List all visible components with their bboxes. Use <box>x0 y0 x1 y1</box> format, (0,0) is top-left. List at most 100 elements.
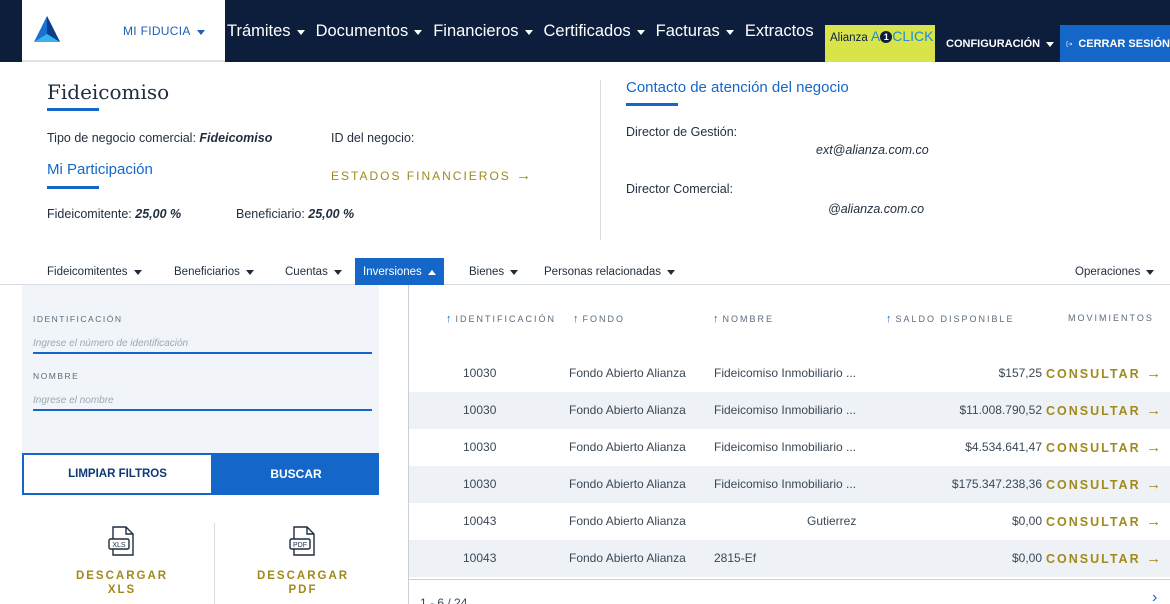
arrow-right-icon: → <box>1146 550 1162 567</box>
cell-fondo: Fondo Abierto Alianza <box>569 514 686 528</box>
title-underline <box>47 108 99 111</box>
tab-operaciones-label: Operaciones <box>1075 265 1141 278</box>
fideicomitente-value: 25,00 % <box>135 207 182 221</box>
nav-certificados-label: Certificados <box>543 21 631 40</box>
tab-bienes[interactable]: Bienes <box>469 258 519 285</box>
nav-documentos[interactable]: Documentos <box>316 0 423 62</box>
col-identificacion[interactable]: ↑ IDENTIFICACIÓN <box>446 313 556 325</box>
chevron-up-icon <box>427 270 436 275</box>
consult-button[interactable]: CONSULTAR → <box>1046 402 1161 419</box>
table-row: 10043 Fondo Abierto Alianza 2815-Ef $0,0… <box>409 540 1170 577</box>
cell-nombre: Fideicomiso Inmobiliario ... <box>714 366 857 380</box>
consult-button[interactable]: CONSULTAR → <box>1046 476 1161 493</box>
id-filter-label: IDENTIFICACIÓN <box>33 314 123 324</box>
chevron-down-icon <box>196 30 205 35</box>
nav-financieros-label: Financieros <box>433 21 519 40</box>
sort-arrow-up-icon: ↑ <box>886 313 892 325</box>
configuracion-menu[interactable]: CONFIGURACIÓN <box>946 25 1055 62</box>
tab-inversiones[interactable]: Inversiones <box>355 258 444 285</box>
chevron-down-icon <box>333 270 342 275</box>
col-saldo[interactable]: ↑ SALDO DISPONIBLE <box>886 313 1015 325</box>
chevron-down-icon <box>414 29 423 35</box>
cell-nombre: Fideicomiso Inmobiliario ... <box>714 477 857 491</box>
tab-personas-relacionadas[interactable]: Personas relacionadas <box>544 258 675 285</box>
mi-fiducia-menu[interactable]: MI FIDUCIA <box>123 24 205 38</box>
cell-fondo: Fondo Abierto Alianza <box>569 477 686 491</box>
cell-id: 10043 <box>463 514 497 528</box>
consult-button[interactable]: CONSULTAR → <box>1046 365 1161 382</box>
alianza-logo-icon[interactable] <box>32 14 62 44</box>
col-fondo[interactable]: ↑ FONDO <box>573 313 625 325</box>
col-identificacion-label: IDENTIFICACIÓN <box>455 314 557 324</box>
cell-id: 10043 <box>463 551 497 565</box>
cell-nombre: Fideicomiso Inmobiliario ... <box>714 440 857 454</box>
nav-facturas[interactable]: Facturas <box>656 0 734 62</box>
cell-id: 10030 <box>463 403 497 417</box>
consult-button[interactable]: CONSULTAR → <box>1046 439 1161 456</box>
business-id-label: ID del negocio: <box>331 131 415 145</box>
tab-bienes-label: Bienes <box>469 265 505 278</box>
tab-operaciones[interactable]: Operaciones <box>1075 258 1155 285</box>
table-bottom-border <box>409 579 1170 580</box>
table-header: ↑ IDENTIFICACIÓN ↑ FONDO ↑ NOMBRE ↑ SALDO DI… <box>409 300 1170 338</box>
table-row: 10030 Fondo Abierto Alianza Fideicomiso … <box>409 355 1170 392</box>
nav-financieros[interactable]: Financieros <box>433 0 533 62</box>
business-type: Tipo de negocio comercial: Fideicomiso <box>47 131 272 145</box>
col-nombre-label: NOMBRE <box>722 314 775 324</box>
tab-beneficiarios[interactable]: Beneficiarios <box>174 258 254 285</box>
id-filter-input[interactable]: Ingrese el número de identificación <box>33 338 372 354</box>
mi-fiducia-label: MI FIDUCIA <box>123 24 191 38</box>
cell-saldo: $4.534.641,47 <box>965 440 1042 454</box>
beneficiario-label: Beneficiario: <box>236 207 305 221</box>
aoclick-button[interactable]: Alianza A 1 CLICK <box>825 25 935 62</box>
chevron-down-icon <box>667 270 675 275</box>
logo-area: MI FIDUCIA <box>22 0 225 62</box>
nav-extractos[interactable]: Extractos <box>745 0 814 62</box>
contact-heading: Contacto de atención del negocio <box>626 79 849 96</box>
financial-statements-link[interactable]: ESTADOS FINANCIEROS → <box>331 167 531 184</box>
next-page-icon[interactable]: › <box>1152 589 1157 604</box>
beneficiario-participation: Beneficiario: 25,00 % <box>236 207 354 221</box>
chevron-down-icon <box>636 29 645 35</box>
table-row: 10030 Fondo Abierto Alianza Fideicomiso … <box>409 429 1170 466</box>
director-comercial-label: Director Comercial: <box>626 182 733 196</box>
header-divider <box>600 80 601 240</box>
download-pdf-button[interactable]: PDF DESCARGAR PDF <box>253 524 353 604</box>
cell-fondo: Fondo Abierto Alianza <box>569 551 686 565</box>
search-button[interactable]: BUSCAR <box>213 453 379 495</box>
logout-button[interactable]: CERRAR SESIÓN <box>1060 25 1170 62</box>
nav-facturas-label: Facturas <box>655 21 720 40</box>
page-title: Fideicomiso <box>47 80 170 104</box>
name-filter-input[interactable]: Ingrese el nombre <box>33 395 372 411</box>
col-fondo-label: FONDO <box>582 314 625 324</box>
pdf-icon-text: PDF <box>293 542 307 549</box>
col-nombre[interactable]: ↑ NOMBRE <box>713 313 774 325</box>
consult-button[interactable]: CONSULTAR → <box>1046 550 1161 567</box>
financial-statements-label: ESTADOS FINANCIEROS <box>331 169 511 183</box>
business-tabs: Fideicomitentes Beneficiarios Cuentas In… <box>0 252 1170 285</box>
participation-underline <box>47 186 99 189</box>
consult-label: CONSULTAR <box>1046 441 1141 455</box>
arrow-right-icon: → <box>1146 513 1162 530</box>
nav-tramites[interactable]: Trámites <box>227 0 305 62</box>
tab-cuentas[interactable]: Cuentas <box>285 258 342 285</box>
tab-fideicomitentes[interactable]: Fideicomitentes <box>47 258 142 285</box>
director-gestion-label: Director de Gestión: <box>626 125 738 139</box>
consult-button[interactable]: CONSULTAR → <box>1046 513 1161 530</box>
download-xls-button[interactable]: XLS DESCARGAR XLS <box>72 524 172 604</box>
consult-label: CONSULTAR <box>1046 515 1141 529</box>
nav-tramites-label: Trámites <box>227 21 291 40</box>
configuracion-label: CONFIGURACIÓN <box>946 37 1041 50</box>
tab-personas-label: Personas relacionadas <box>544 265 661 278</box>
tab-fideicomitentes-label: Fideicomitentes <box>47 265 128 278</box>
participation-heading: Mi Participación <box>47 161 153 178</box>
arrow-right-icon: → <box>516 167 532 184</box>
tab-beneficiarios-label: Beneficiarios <box>174 265 240 278</box>
chevron-down-icon <box>133 270 142 275</box>
clear-filters-button[interactable]: LIMPIAR FILTROS <box>22 453 213 495</box>
arrow-right-icon: → <box>1146 402 1162 419</box>
download-xls-label: DESCARGAR XLS <box>75 570 169 596</box>
nav-certificados[interactable]: Certificados <box>544 0 645 62</box>
xls-file-icon: XLS <box>108 526 134 556</box>
cell-fondo: Fondo Abierto Alianza <box>569 366 686 380</box>
